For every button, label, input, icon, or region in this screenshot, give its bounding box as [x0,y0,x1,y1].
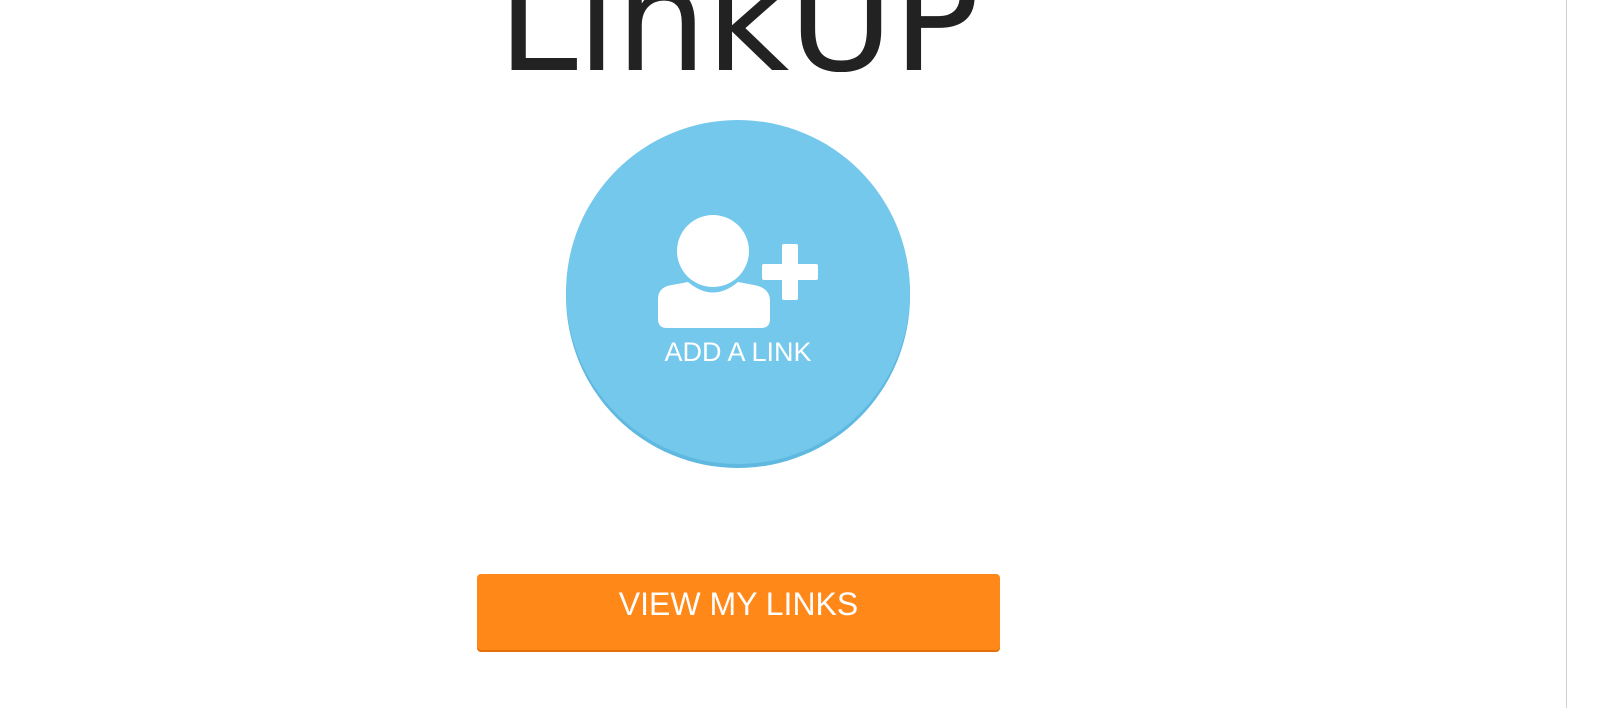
view-my-links-button[interactable]: VIEW MY LINKS [477,574,1000,650]
right-edge-divider [1566,0,1567,708]
add-user-icon [658,215,818,328]
add-link-button[interactable]: ADD A LINK [566,120,910,464]
app-title: LinkUP [497,0,979,104]
add-link-label: ADD A LINK [664,337,812,367]
page: LinkUP ADD A LINK VIEW MY LINKS [0,0,1618,708]
